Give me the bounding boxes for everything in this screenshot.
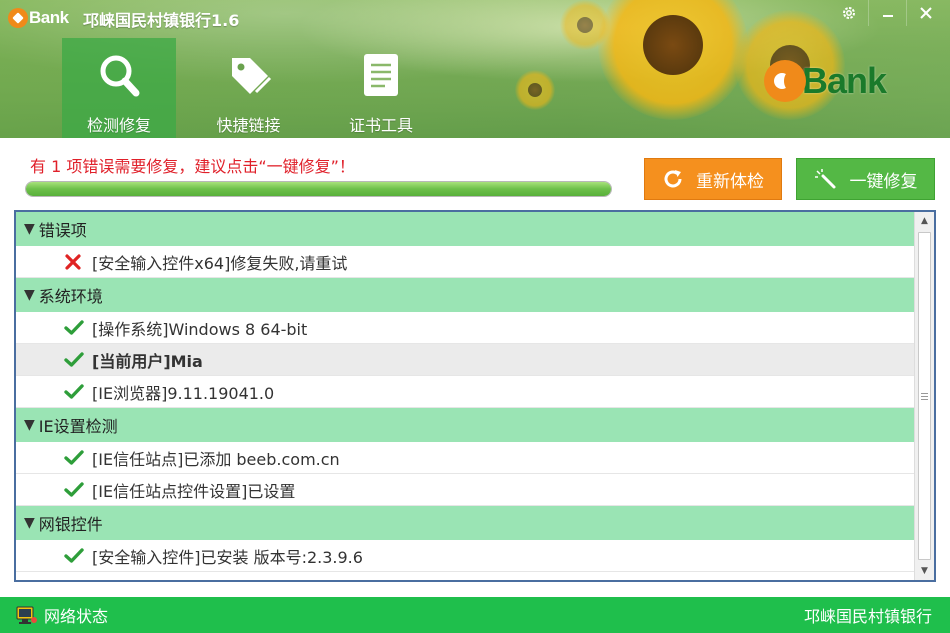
recheck-button[interactable]: 重新体检: [644, 158, 782, 200]
main-nav: 检测修复 快捷链接 证书工具: [62, 38, 441, 138]
result-row[interactable]: [安全输入控件]已安装 版本号:2.3.9.6: [16, 540, 914, 572]
one-click-repair-button[interactable]: 一键修复: [796, 158, 935, 200]
close-icon: [919, 7, 932, 19]
group-title: 网银控件: [38, 515, 103, 534]
tab-label: 检测修复: [86, 116, 151, 135]
tag-icon: [231, 58, 271, 94]
collapse-triangle-icon[interactable]: ▼: [24, 287, 35, 303]
result-row[interactable]: [IE浏览器]9.11.19041.0: [16, 376, 914, 408]
progress-fill: [26, 182, 611, 196]
close-button[interactable]: [906, 0, 944, 26]
magnifier-icon: [100, 55, 140, 97]
collapse-triangle-icon[interactable]: ▼: [24, 417, 35, 433]
result-row[interactable]: [操作系统]Windows 8 64-bit: [16, 312, 914, 344]
result-text: [当前用户]Mia: [92, 351, 203, 371]
error-cross-icon: [64, 253, 86, 271]
result-text: [安全输入控件]已安装 版本号:2.3.9.6: [92, 547, 363, 567]
result-text: [IE信任站点]已添加 beeb.com.cn: [92, 449, 340, 469]
group-title: 系统环境: [38, 287, 103, 306]
collapse-triangle-icon[interactable]: ▼: [24, 515, 35, 531]
tab-quick-links[interactable]: 快捷链接: [176, 38, 321, 138]
window-controls: [830, 0, 944, 26]
network-status[interactable]: 网络状态: [0, 603, 108, 627]
gear-icon: [843, 7, 855, 19]
sunflower-decoration: [515, 70, 555, 110]
wand-icon: [814, 169, 835, 189]
window-title: 邛崃国民村镇银行1.6: [83, 11, 240, 30]
group-header[interactable]: ▼ 错误项: [16, 212, 914, 246]
status-footer: 网络状态 邛崃国民村镇银行: [0, 597, 950, 633]
brand-logo: Bank: [764, 60, 887, 102]
bank-logo-icon: [8, 8, 28, 28]
vertical-scrollbar[interactable]: ▲ ▼: [914, 212, 934, 580]
refresh-icon: [664, 170, 682, 188]
group-title: IE设置检测: [38, 417, 118, 436]
group-header[interactable]: ▼ 网银控件: [16, 506, 914, 540]
bank-logo-icon: [764, 60, 806, 102]
results-list: ▼ 错误项 [安全输入控件x64]修复失败,请重试 ▼ 系统环境 [操作系统]Window…: [16, 212, 914, 572]
settings-button[interactable]: [830, 0, 868, 26]
check-icon: [64, 547, 86, 564]
check-icon: [64, 449, 86, 466]
check-icon: [64, 351, 86, 368]
check-icon: [64, 481, 86, 498]
minimize-icon: [882, 15, 893, 17]
collapse-triangle-icon[interactable]: ▼: [24, 221, 35, 237]
scroll-down-button[interactable]: ▼: [915, 562, 934, 580]
tab-label: 快捷链接: [216, 116, 281, 135]
group-title: 错误项: [38, 221, 87, 240]
network-status-icon: [16, 606, 37, 624]
tab-cert-tools[interactable]: 证书工具: [321, 38, 441, 138]
scroll-up-button[interactable]: ▲: [915, 212, 934, 230]
footer-bank-name: 邛崃国民村镇银行: [803, 607, 932, 626]
tab-detect-repair[interactable]: 检测修复: [62, 38, 176, 138]
result-text: [IE信任站点控件设置]已设置: [92, 481, 296, 501]
group-header[interactable]: ▼ 系统环境: [16, 278, 914, 312]
result-row[interactable]: [安全输入控件x64]修复失败,请重试: [16, 246, 914, 278]
repair-label: 一键修复: [849, 171, 918, 192]
check-icon: [64, 319, 86, 336]
title-logo: Bank: [8, 7, 69, 29]
result-row[interactable]: [IE信任站点控件设置]已设置: [16, 474, 914, 506]
group-header[interactable]: ▼ IE设置检测: [16, 408, 914, 442]
result-text: [IE浏览器]9.11.19041.0: [92, 383, 275, 403]
check-icon: [64, 383, 86, 400]
scroll-thumb[interactable]: [918, 232, 931, 560]
result-row[interactable]: [当前用户]Mia: [16, 344, 914, 376]
result-row[interactable]: [IE信任站点]已添加 beeb.com.cn: [16, 442, 914, 474]
check-progress-bar: [25, 181, 612, 197]
check-results-panel: ▼ 错误项 [安全输入控件x64]修复失败,请重试 ▼ 系统环境 [操作系统]Window…: [14, 210, 936, 582]
document-icon: [364, 54, 398, 96]
app-window: Bank 邛崃国民村镇银行1.6 检测修复 快捷链接 证书工具 Bank 有 1…: [0, 0, 950, 633]
recheck-label: 重新体检: [696, 171, 764, 192]
tab-label: 证书工具: [348, 116, 413, 135]
network-status-label: 网络状态: [44, 607, 109, 626]
header-banner: Bank 邛崃国民村镇银行1.6 检测修复 快捷链接 证书工具 Bank: [0, 0, 950, 138]
result-text: [操作系统]Windows 8 64-bit: [92, 319, 308, 339]
minimize-button[interactable]: [868, 0, 906, 26]
brand-logo-text: Bank: [802, 60, 887, 101]
result-text: [安全输入控件x64]修复失败,请重试: [92, 253, 348, 273]
error-summary-message: 有 1 项错误需要修复，建议点击“一键修复”！: [30, 157, 355, 176]
title-logo-text: Bank: [29, 8, 69, 27]
